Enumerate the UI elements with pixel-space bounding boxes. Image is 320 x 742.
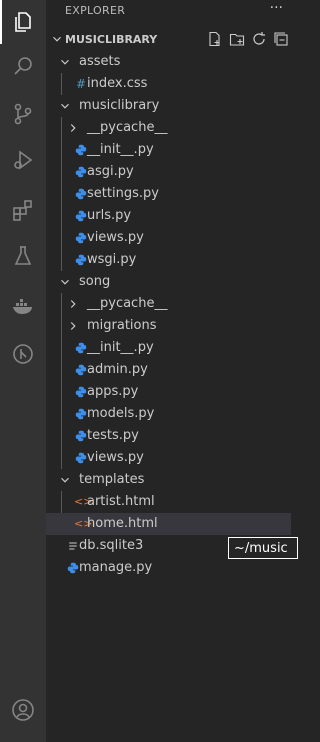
tree-folder[interactable]: migrations <box>46 315 291 337</box>
tree-item-label: models.py <box>87 406 155 421</box>
tree-item-label: __pycache__ <box>87 120 168 135</box>
tree-file[interactable]: asgi.py <box>46 161 291 183</box>
tree-item-label: views.py <box>87 230 144 245</box>
extensions-icon[interactable] <box>7 194 39 226</box>
workspace-section-header[interactable]: MUSICLIBRARY <box>46 29 291 51</box>
chevron-down-icon <box>61 477 69 483</box>
tree-folder[interactable]: assets <box>46 51 291 73</box>
chevron-right-icon <box>70 124 76 132</box>
search-icon[interactable] <box>7 50 39 82</box>
docker-icon[interactable] <box>7 290 39 322</box>
html-file-icon: <> <box>74 495 93 508</box>
tree-file[interactable]: __init__.py <box>46 139 291 161</box>
tree-item-label: manage.py <box>79 560 153 575</box>
tree-folder[interactable]: song <box>46 271 291 293</box>
git-graph-icon[interactable] <box>7 338 39 370</box>
tree-folder[interactable]: __pycache__ <box>46 293 291 315</box>
new-file-icon[interactable] <box>207 31 225 49</box>
python-file-icon <box>74 208 88 224</box>
tree-file[interactable]: <> artist.html <box>46 491 291 513</box>
python-file-icon <box>74 450 88 466</box>
tree-item-label: db.sqlite3 <box>79 538 144 553</box>
tree-item-label: apps.py <box>87 384 139 399</box>
tree-file[interactable]: views.py <box>46 227 291 249</box>
tree-folder[interactable]: __pycache__ <box>46 117 291 139</box>
python-file-icon <box>74 142 88 158</box>
tree-item-label: __init__.py <box>87 142 154 157</box>
tree-item-label: musiclibrary <box>79 98 160 113</box>
chevron-right-icon <box>70 300 76 308</box>
tree-item-label: asgi.py <box>87 164 134 179</box>
tree-file[interactable]: __init__.py <box>46 337 291 359</box>
tree-item-label: __init__.py <box>87 340 154 355</box>
chevron-down-icon <box>53 36 61 42</box>
tree-file[interactable]: <> home.html <box>46 513 291 535</box>
path-tooltip: ~/music <box>228 537 298 559</box>
activity-bar <box>0 0 46 742</box>
tree-item-label: wsgi.py <box>87 252 137 267</box>
python-file-icon <box>74 164 88 180</box>
active-indicator <box>0 0 2 44</box>
explorer-header: EXPLORER ··· <box>46 0 291 22</box>
tree-item-label: settings.py <box>87 186 159 201</box>
python-file-icon <box>74 340 88 356</box>
run-debug-icon[interactable] <box>7 144 39 176</box>
tree-item-label: __pycache__ <box>87 296 168 311</box>
tree-file[interactable]: urls.py <box>46 205 291 227</box>
python-file-icon <box>74 362 88 378</box>
html-file-icon: <> <box>74 517 93 530</box>
testing-icon[interactable] <box>7 240 39 272</box>
python-file-icon <box>74 406 88 422</box>
account-icon[interactable] <box>7 694 39 726</box>
collapse-all-icon[interactable] <box>273 31 291 49</box>
chevron-down-icon <box>61 103 69 109</box>
python-file-icon <box>74 186 88 202</box>
more-actions-icon[interactable]: ··· <box>270 0 283 16</box>
tree-file[interactable]: tests.py <box>46 425 291 447</box>
tree-item-label: index.css <box>87 76 148 91</box>
tree-file[interactable]: settings.py <box>46 183 291 205</box>
workspace-title: MUSICLIBRARY <box>65 33 158 46</box>
python-file-icon <box>74 230 88 246</box>
tree-file[interactable]: wsgi.py <box>46 249 291 271</box>
database-file-icon <box>66 538 80 554</box>
tree-item-label: views.py <box>87 450 144 465</box>
tree-item-label: tests.py <box>87 428 139 443</box>
tree-folder[interactable]: musiclibrary <box>46 95 291 117</box>
tree-file[interactable]: views.py <box>46 447 291 469</box>
python-file-icon <box>66 560 80 576</box>
explorer-sidebar: EXPLORER ··· MUSICLIBRARY assets # index… <box>46 0 291 742</box>
source-control-icon[interactable] <box>7 98 39 130</box>
python-file-icon <box>74 252 88 268</box>
css-file-icon: # <box>75 77 87 91</box>
chevron-right-icon <box>70 322 76 330</box>
tree-item-label: artist.html <box>87 494 155 509</box>
tree-item-label: templates <box>79 472 145 487</box>
tree-file[interactable]: admin.py <box>46 359 291 381</box>
tree-item-label: migrations <box>87 318 157 333</box>
python-file-icon <box>74 428 88 444</box>
explorer-icon[interactable] <box>7 6 39 38</box>
tree-file[interactable]: # index.css <box>46 73 291 95</box>
tree-item-label: admin.py <box>87 362 148 377</box>
tree-file[interactable]: manage.py <box>46 557 291 579</box>
tree-file[interactable]: apps.py <box>46 381 291 403</box>
chevron-down-icon <box>61 279 69 285</box>
tree-item-label: song <box>79 274 111 289</box>
new-folder-icon[interactable] <box>229 31 247 49</box>
chevron-down-icon <box>61 59 69 65</box>
tree-item-label: urls.py <box>87 208 132 223</box>
python-file-icon <box>74 384 88 400</box>
explorer-title: EXPLORER <box>65 4 126 17</box>
tree-item-label: home.html <box>87 516 158 531</box>
tree-folder[interactable]: templates <box>46 469 291 491</box>
refresh-icon[interactable] <box>251 31 269 49</box>
tree-item-label: assets <box>79 54 121 69</box>
tree-file[interactable]: models.py <box>46 403 291 425</box>
